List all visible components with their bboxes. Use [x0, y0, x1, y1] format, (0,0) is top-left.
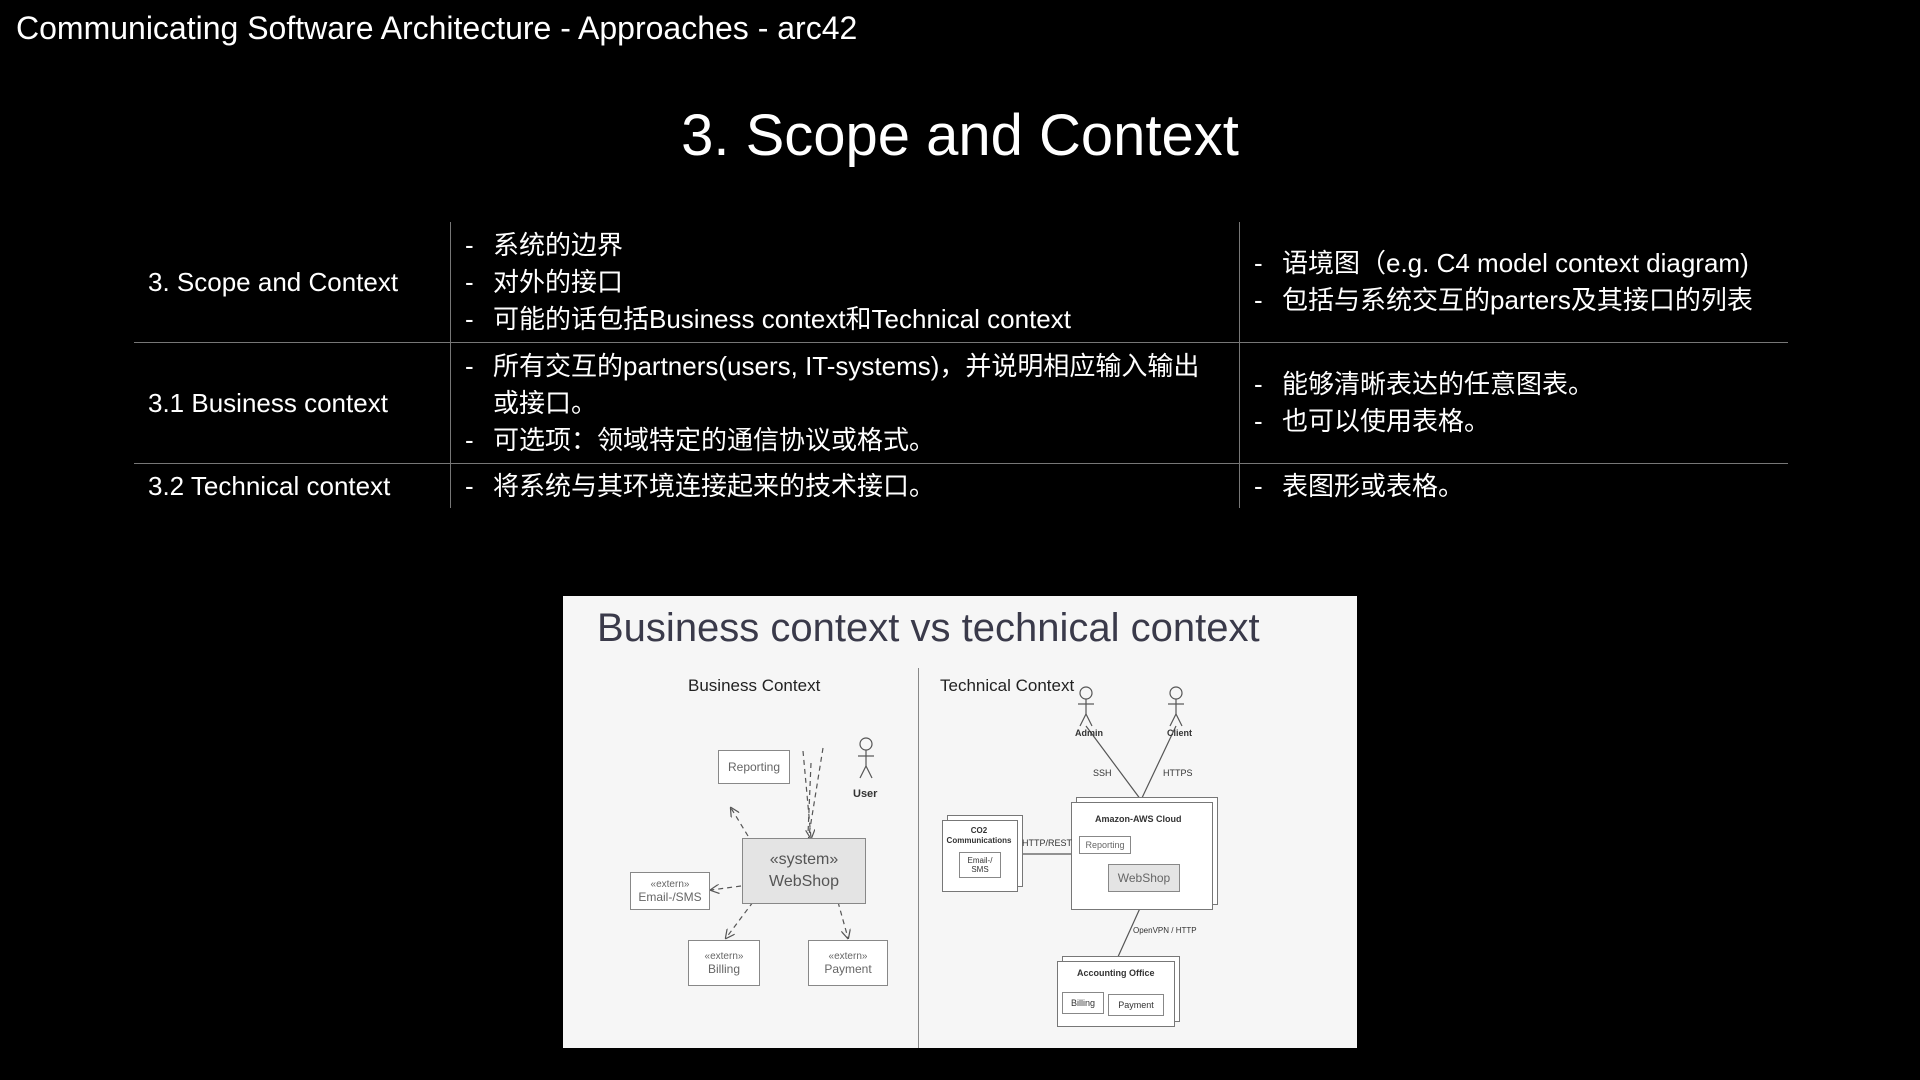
tech-payment-label: Payment	[1118, 999, 1154, 1010]
scope-context-table: 3. Scope and Context 系统的边界 对外的接口 可能的话包括B…	[134, 222, 1788, 508]
webshop-system-box: «system» WebShop	[742, 838, 866, 904]
system-stereotype: «system»	[769, 851, 839, 868]
openvpn-label: OpenVPN / HTTP	[1133, 926, 1197, 935]
section-cell: 3.1 Business context	[134, 342, 451, 464]
table-row: 3.2 Technical context 将系统与其环境连接起来的技术接口。 …	[134, 463, 1789, 509]
tech-payment-box: Payment	[1108, 994, 1164, 1016]
payment-box: «extern» Payment	[808, 940, 888, 986]
list-item: 能够清晰表达的任意图表。	[1254, 366, 1774, 403]
system-name: WebShop	[769, 873, 839, 890]
payment-arrow	[837, 901, 848, 938]
tech-reporting-box: Reporting	[1079, 836, 1131, 854]
list-item: 可选项：领域特定的通信协议或格式。	[465, 422, 1225, 459]
ssh-label: SSH	[1093, 768, 1112, 778]
reporting-label: Reporting	[727, 759, 781, 774]
email-label: Email-/SMS	[638, 890, 702, 904]
list-item: 所有交互的partners(users, IT-systems)，并说明相应输入…	[465, 348, 1225, 422]
list-item: 系统的边界	[465, 227, 1225, 264]
tech-billing-box: Billing	[1062, 992, 1104, 1014]
notation-cell: 语境图（e.g. C4 model context diagram) 包括与系统…	[1239, 222, 1788, 343]
user-label: User	[853, 788, 878, 800]
billing-box: «extern» Billing	[688, 940, 760, 986]
payment-label: Payment	[824, 962, 872, 976]
list-item: 将系统与其环境连接起来的技术接口。	[465, 468, 1225, 505]
context-comparison-figure: Business context vs technical context Bu…	[563, 596, 1357, 1048]
tech-billing-label: Billing	[1070, 997, 1095, 1008]
billing-label: Billing	[707, 962, 740, 976]
admin-label: Admin	[1075, 728, 1103, 738]
email-arrow	[711, 886, 742, 890]
list-item: 可能的话包括Business context和Technical context	[465, 301, 1225, 338]
tech-webshop-box: WebShop	[1108, 864, 1180, 892]
tech-email-box: Email-/ SMS	[959, 852, 1001, 878]
list-item: 表图形或表格。	[1254, 468, 1774, 505]
client-label: Client	[1167, 728, 1193, 738]
http-rest-label: HTTP/REST	[1022, 838, 1073, 848]
tech-webshop-label: WebShop	[1117, 870, 1171, 885]
section-cell: 3.2 Technical context	[148, 470, 391, 501]
table-row: 3. Scope and Context 系统的边界 对外的接口 可能的话包括B…	[134, 222, 1788, 343]
technical-context-label: Technical Context	[940, 676, 1075, 695]
content-cell: 所有交互的partners(users, IT-systems)，并说明相应输入…	[450, 342, 1240, 464]
tech-reporting-label: Reporting	[1085, 839, 1125, 850]
accounting-label: Accounting Office	[1077, 968, 1155, 978]
email-sms-box: «extern» Email-/SMS	[630, 872, 710, 910]
content-cell: 系统的边界 对外的接口 可能的话包括Business context和Techn…	[450, 222, 1240, 343]
tech-email-label: Email-/ SMS	[967, 856, 993, 874]
list-item: 也可以使用表格。	[1254, 403, 1774, 440]
slide-title: 3. Scope and Context	[681, 103, 1239, 168]
https-label: HTTPS	[1163, 768, 1193, 778]
content-cell: 将系统与其环境连接起来的技术接口。	[450, 463, 1240, 508]
reporting-box: Reporting	[718, 750, 790, 784]
aws-cloud-label: Amazon-AWS Cloud	[1095, 814, 1182, 824]
list-item: 语境图（e.g. C4 model context diagram)	[1254, 245, 1774, 282]
list-item: 包括与系统交互的parters及其接口的列表	[1254, 282, 1774, 319]
notation-cell: 表图形或表格。	[1240, 464, 1789, 509]
section-cell: 3. Scope and Context	[134, 222, 451, 343]
notation-cell: 能够清晰表达的任意图表。 也可以使用表格。	[1239, 342, 1788, 464]
reporting-arrow	[731, 808, 749, 837]
list-item: 对外的接口	[465, 264, 1225, 301]
deck-title: Communicating Software Architecture - Ap…	[16, 10, 858, 46]
co2-label: CO2 Communications	[946, 826, 1012, 845]
business-context-label: Business Context	[688, 676, 821, 695]
table-row: 3.1 Business context 所有交互的partners(users…	[134, 342, 1788, 464]
billing-arrow	[726, 901, 754, 938]
